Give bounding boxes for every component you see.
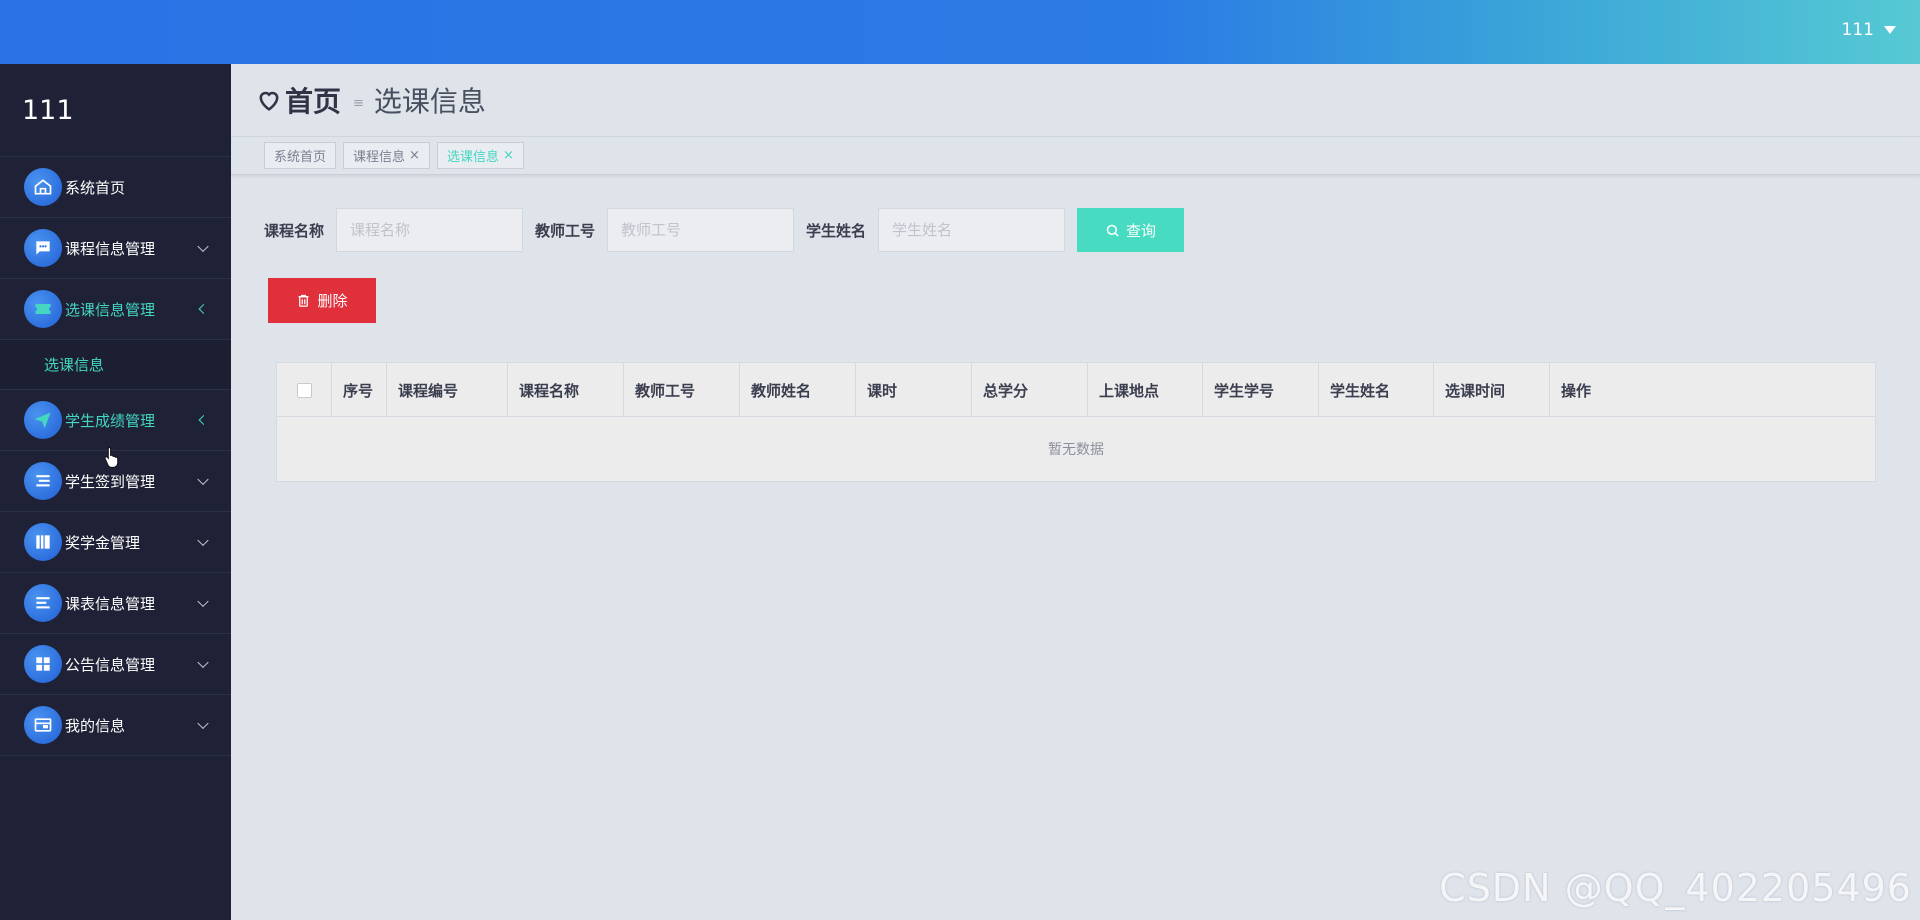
course-name-label: 课程名称 <box>264 221 325 240</box>
book-icon <box>24 523 62 561</box>
main-content: 首页 ≡ 选课信息 系统首页 课程信息 × 选课信息 × 课程名称 教师工号 学… <box>231 64 1920 920</box>
user-name: 111 <box>1841 20 1874 40</box>
close-icon[interactable]: × <box>409 148 420 163</box>
breadcrumb: 首页 ≡ 选课信息 <box>231 64 1920 137</box>
empty-state: 暂无数据 <box>1048 442 1104 458</box>
list-icon <box>24 462 62 500</box>
heart-icon <box>259 91 279 111</box>
menu-icon <box>24 584 62 622</box>
breadcrumb-separator: ≡ <box>353 95 364 111</box>
teacher-id-input[interactable] <box>607 208 795 252</box>
chevron-down-icon <box>197 656 209 669</box>
chevron-down-icon <box>197 595 209 608</box>
trash-icon <box>298 294 309 307</box>
tabs-bar: 系统首页 课程信息 × 选课信息 × <box>231 137 1920 175</box>
submenu-item-course-selection[interactable]: 选课信息 <box>0 340 231 390</box>
sidebar-item-timetable[interactable]: 课表信息管理 <box>0 573 231 634</box>
top-bar: 111 <box>0 0 1920 64</box>
chevron-down-icon <box>197 473 209 486</box>
tab-system-home[interactable]: 系统首页 <box>264 142 337 169</box>
sidebar-item-label: 公告信息管理 <box>65 655 156 674</box>
send-icon <box>24 401 62 439</box>
checkbox-box <box>296 382 312 398</box>
column-header: 教师姓名 <box>740 363 856 417</box>
student-name-label: 学生姓名 <box>806 221 867 240</box>
search-icon <box>1106 224 1119 237</box>
chevron-down-icon <box>197 240 209 253</box>
sidebar-item-label: 课表信息管理 <box>65 594 156 613</box>
tab-course-selection[interactable]: 选课信息 × <box>436 142 524 169</box>
sidebar-item-label: 选课信息管理 <box>65 300 156 319</box>
data-table: 序号 课程编号 课程名称 教师工号 教师姓名 课时 总学分 上课地点 学生学号 … <box>276 362 1876 482</box>
column-header: 课时 <box>856 363 972 417</box>
sidebar-item-label: 系统首页 <box>65 178 126 197</box>
sidebar-item-label: 学生成绩管理 <box>65 411 156 430</box>
column-header: 课程名称 <box>508 363 624 417</box>
tab-label: 课程信息 <box>353 150 406 165</box>
column-header: 学生姓名 <box>1319 363 1434 417</box>
sidebar-item-label: 学生签到管理 <box>65 472 156 491</box>
sidebar-item-scholarship[interactable]: 奖学金管理 <box>0 512 231 573</box>
ticket-icon <box>24 290 62 328</box>
column-header: 选课时间 <box>1434 363 1550 417</box>
chat-icon <box>24 229 62 267</box>
column-header: 教师工号 <box>624 363 740 417</box>
table-header: 序号 课程编号 课程名称 教师工号 教师姓名 课时 总学分 上课地点 学生学号 … <box>277 363 1875 417</box>
sidebar-item-course-selection[interactable]: 选课信息管理 <box>0 279 231 340</box>
sidebar-item-student-grades[interactable]: 学生成绩管理 <box>0 390 231 451</box>
sidebar-item-my-info[interactable]: 我的信息 <box>0 695 231 756</box>
submenu-item-label: 选课信息 <box>44 356 105 374</box>
column-header: 操作 <box>1561 381 1592 400</box>
delete-button-label: 删除 <box>317 293 348 310</box>
chevron-left-icon <box>198 415 209 425</box>
watermark: CSDN @QQ_402205496 <box>1439 866 1912 910</box>
sidebar-item-announcements[interactable]: 公告信息管理 <box>0 634 231 695</box>
hand-cursor-icon <box>104 446 119 468</box>
brand-title: 111 <box>0 64 231 157</box>
tab-course-info[interactable]: 课程信息 × <box>343 142 430 169</box>
sidebar-item-label: 课程信息管理 <box>65 239 156 258</box>
search-form: 课程名称 教师工号 学生姓名 查询 <box>264 208 1185 252</box>
card-icon <box>24 706 62 744</box>
sidebar-item-system-home[interactable]: 系统首页 <box>0 157 231 218</box>
breadcrumb-home[interactable]: 首页 <box>255 80 341 120</box>
breadcrumb-home-label: 首页 <box>285 85 342 118</box>
column-header: 序号 <box>332 363 387 417</box>
chevron-down-icon <box>197 534 209 547</box>
teacher-id-label: 教师工号 <box>535 221 596 240</box>
tab-label: 选课信息 <box>446 150 499 165</box>
delete-button[interactable]: 删除 <box>268 278 376 323</box>
column-header: 总学分 <box>972 363 1088 417</box>
sidebar-item-label: 我的信息 <box>65 716 126 735</box>
close-icon[interactable]: × <box>503 148 514 163</box>
column-header: 课程编号 <box>387 363 508 417</box>
chevron-left-icon <box>198 304 209 314</box>
grid-icon <box>24 645 62 683</box>
sidebar-item-course-info[interactable]: 课程信息管理 <box>0 218 231 279</box>
column-header: 学生学号 <box>1203 363 1319 417</box>
home-icon <box>24 168 62 206</box>
sidebar: 111 系统首页 课程信息管理 选课信息管理 选课信息 学生成绩管理 学生签到管… <box>0 64 231 920</box>
column-header: 上课地点 <box>1088 363 1203 417</box>
caret-down-icon <box>1884 26 1896 34</box>
breadcrumb-current: 选课信息 <box>373 85 486 118</box>
tab-label: 系统首页 <box>274 150 327 165</box>
query-button-label: 查询 <box>1126 222 1157 240</box>
course-name-input[interactable] <box>336 208 524 252</box>
sidebar-item-label: 奖学金管理 <box>65 533 141 552</box>
query-button[interactable]: 查询 <box>1077 208 1185 252</box>
chevron-down-icon <box>197 717 209 730</box>
select-all-checkbox[interactable] <box>277 363 332 417</box>
student-name-input[interactable] <box>878 208 1066 252</box>
user-menu[interactable]: 111 <box>1842 20 1896 40</box>
